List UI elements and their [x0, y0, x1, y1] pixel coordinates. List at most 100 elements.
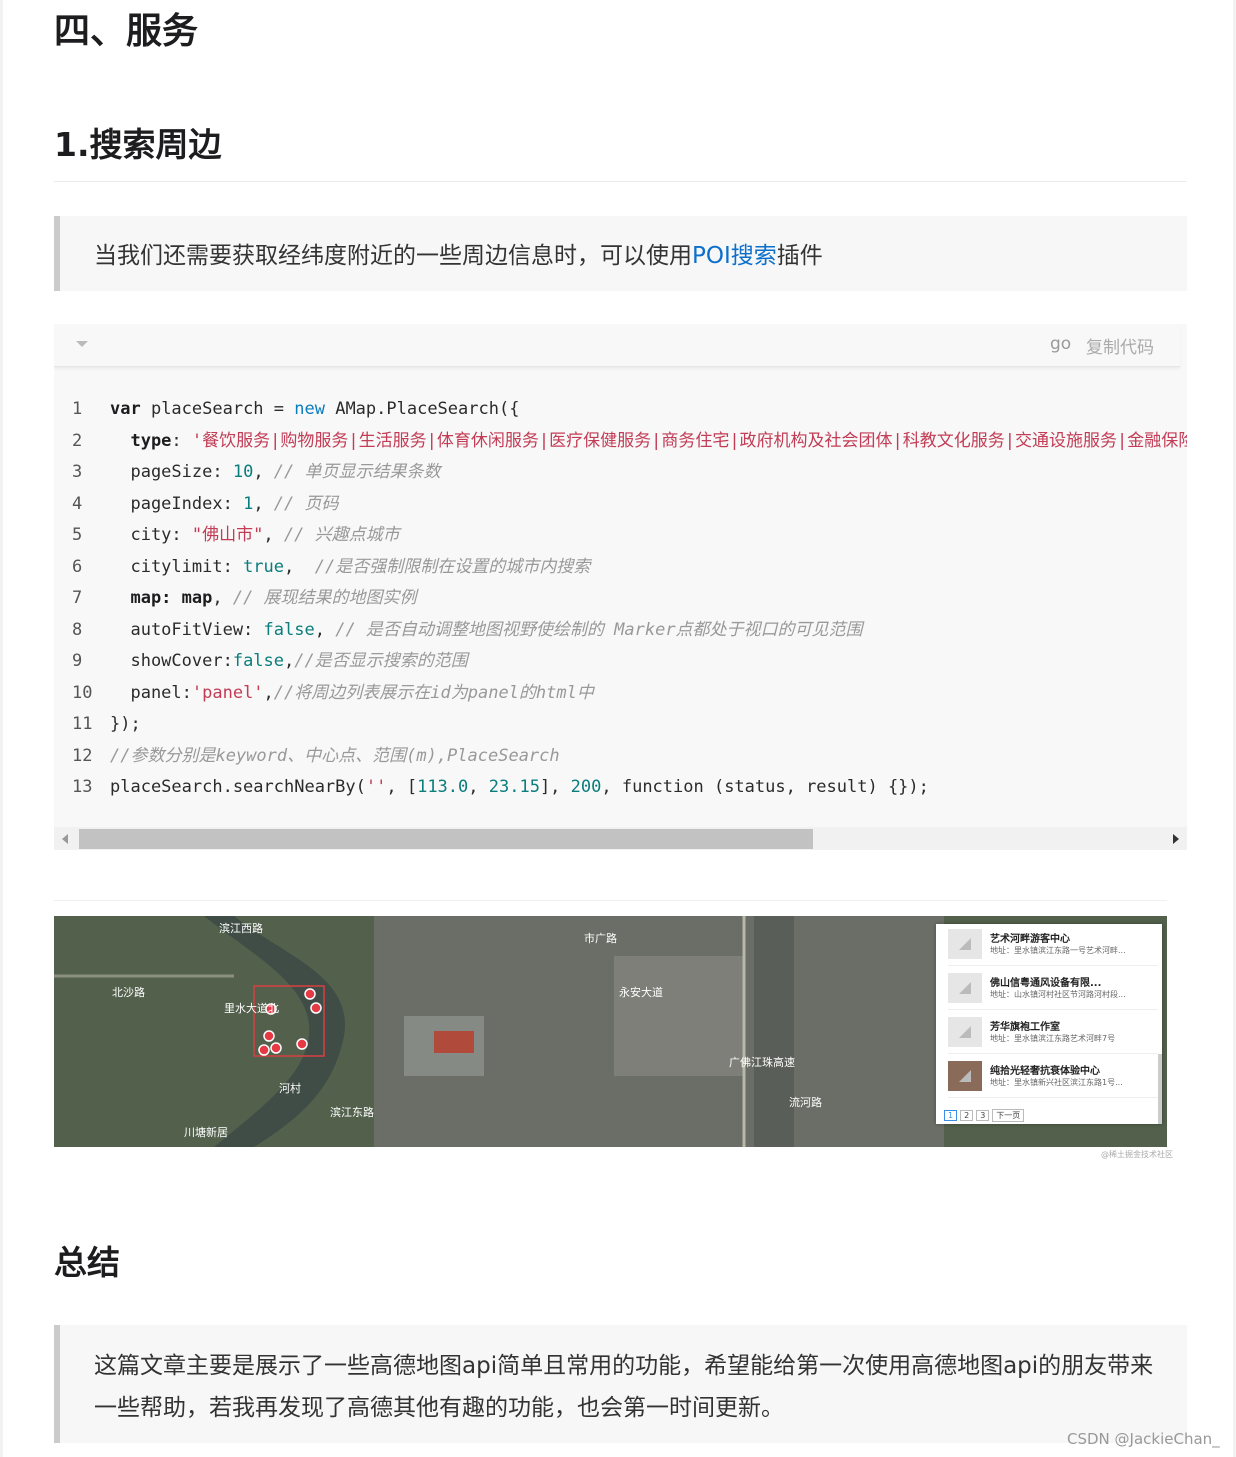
- code-token: placeSearch =: [140, 399, 295, 419]
- code-token: ,: [212, 588, 233, 608]
- code-toolbar: go 复制代码: [54, 324, 1180, 367]
- scroll-right-icon[interactable]: [1173, 834, 1179, 844]
- poi-address: 地址：里水镇滨江东路一号艺术河畔...: [990, 946, 1126, 955]
- code-token: // 单页显示结果条数: [273, 462, 441, 482]
- intro-quote: 当我们还需要获取经纬度附近的一些周边信息时，可以使用POI搜索插件: [54, 216, 1187, 291]
- scroll-left-icon[interactable]: [62, 834, 68, 844]
- code-token: //是否强制限制在设置的城市内搜索: [314, 556, 591, 577]
- scrollbar-thumb[interactable]: [79, 829, 813, 849]
- page-button[interactable]: 1: [944, 1110, 958, 1121]
- code-token: // 展现结果的地图实例: [232, 588, 417, 608]
- code-token: ,: [253, 493, 274, 514]
- code-token: false: [263, 619, 315, 640]
- code-token: ,: [263, 525, 284, 545]
- code-token: new: [294, 399, 325, 419]
- code-token: , [: [386, 777, 418, 797]
- map-label: 川塘新居: [184, 1125, 228, 1139]
- collapse-caret-icon[interactable]: [76, 341, 88, 347]
- code-token: 200: [570, 777, 602, 797]
- horizontal-scrollbar[interactable]: [54, 827, 1187, 850]
- poi-placeholder-icon: [948, 929, 982, 959]
- poi-list-item[interactable]: 芳华旗袍工作室 地址：里水镇滨江东路艺术河畔7号: [948, 1012, 1158, 1054]
- code-line: 8 autoFitView: false, // 是否自动调整地图视野使绘制的 …: [54, 615, 1187, 647]
- code-line: 1 var placeSearch = new AMap.PlaceSearch(…: [54, 394, 1187, 426]
- poi-list-item[interactable]: 佛山信粤通风设备有限... 地址：山水镇河村社区节河路河村段...: [948, 968, 1158, 1010]
- poi-title: 艺术河畔游客中心: [990, 934, 1070, 945]
- code-line: 3 pageSize: 10, // 单页显示结果条数: [54, 457, 1187, 489]
- code-token: //将周边列表展示在id为panel的html中: [273, 682, 594, 703]
- code-token: :: [171, 430, 192, 451]
- code-line: 9 showCover:false,//是否显示搜索的范围: [54, 646, 1187, 678]
- map-label: 流河路: [789, 1095, 822, 1109]
- line-number: 9: [72, 651, 83, 671]
- map-label: 里水大道北: [224, 1001, 279, 1015]
- code-token: 23.15: [488, 777, 540, 797]
- code-token: false: [232, 651, 285, 671]
- poi-search-link[interactable]: POI搜索: [692, 243, 777, 269]
- intro-text-before: 当我们还需要获取经纬度附近的一些周边信息时，可以使用: [94, 243, 692, 269]
- code-token: });: [110, 714, 141, 734]
- page-button[interactable]: 3: [976, 1110, 990, 1121]
- code-block: go 复制代码 1 var placeSearch = new AMap.Plac…: [54, 324, 1187, 850]
- code-token: showCover:: [110, 651, 233, 671]
- code-token: ,: [468, 777, 489, 797]
- poi-title: 纯拾光轻奢抗衰体验中心: [990, 1066, 1100, 1077]
- code-token: pageIndex:: [110, 493, 244, 514]
- code-token: // 兴趣点城市: [283, 525, 400, 545]
- section-title: 四、服务: [54, 11, 199, 52]
- code-line: 4 pageIndex: 1, // 页码: [54, 489, 1187, 521]
- code-token: ,: [253, 462, 274, 482]
- code-token: pageSize:: [110, 462, 233, 482]
- divider: [54, 900, 1167, 901]
- code-token: "佛山市": [191, 525, 264, 545]
- panel-scrollbar[interactable]: [1158, 1054, 1162, 1124]
- poi-list-item[interactable]: 艺术河畔游客中心 地址：里水镇滨江东路一号艺术河畔...: [948, 924, 1158, 966]
- code-lines: 1 var placeSearch = new AMap.PlaceSearch(…: [54, 394, 1187, 804]
- code-line: 2 type: '餐饮服务|购物服务|生活服务|体育休闲服务|医疗保健服务|商务…: [54, 426, 1187, 458]
- code-token: //参数分别是keyword、中心点、范围(m),PlaceSearch: [110, 745, 560, 766]
- code-token: ,: [284, 651, 295, 671]
- poi-placeholder-icon: [948, 973, 982, 1003]
- code-line: 11});: [54, 709, 1187, 741]
- code-token: citylimit:: [110, 556, 244, 577]
- code-token: panel:: [110, 682, 192, 703]
- csdn-watermark: CSDN @JackieChan_: [1067, 1430, 1220, 1448]
- line-number: 7: [72, 588, 83, 608]
- poi-placeholder-icon: [948, 1017, 982, 1047]
- code-token: AMap.PlaceSearch({: [324, 399, 520, 419]
- code-line: 13 placeSearch.searchNearBy('', [113.0, 2…: [54, 772, 1187, 804]
- code-token: //是否显示搜索的范围: [294, 651, 468, 671]
- poi-title: 芳华旗袍工作室: [990, 1022, 1060, 1033]
- map-label: 永安大道: [619, 985, 663, 999]
- poi-title: 佛山信粤通风设备有限...: [990, 978, 1102, 989]
- copy-code-button[interactable]: 复制代码: [1086, 333, 1154, 358]
- line-number: 11: [72, 714, 93, 734]
- code-line: 12 //参数分别是keyword、中心点、范围(m),PlaceSearch: [54, 741, 1187, 773]
- image-watermark: @稀土掘金技术社区: [1101, 1150, 1173, 1159]
- code-token: '': [365, 777, 387, 797]
- poi-address: 地址：里水镇滨江东路艺术河畔7号: [990, 1034, 1116, 1043]
- summary-title: 总结: [54, 1243, 120, 1282]
- page-button[interactable]: 2: [960, 1110, 974, 1121]
- code-token: 113.0: [417, 777, 469, 797]
- poi-list-item[interactable]: 纯拾光轻奢抗衰体验中心 地址：里水镇新兴社区滨江东路1号...: [948, 1056, 1158, 1098]
- code-token: // 页码: [273, 493, 339, 514]
- poi-photo-icon: [948, 1061, 982, 1091]
- article-page: 四、服务 1.搜索周边 当我们还需要获取经纬度附近的一些周边信息时，可以使用PO…: [0, 0, 1236, 1457]
- code-token: var: [110, 399, 141, 419]
- line-number: 5: [72, 525, 83, 545]
- code-token: true: [243, 556, 285, 577]
- line-number: 4: [72, 493, 83, 514]
- subsection-title: 1.搜索周边: [54, 125, 222, 164]
- poi-address: 地址：山水镇河村社区节河路河村段...: [990, 990, 1126, 999]
- code-token: ,: [263, 682, 274, 703]
- code-token: 1: [243, 493, 254, 514]
- code-token: , function (status, result) {});: [601, 777, 929, 797]
- code-line: 6 citylimit: true, //是否强制限制在设置的城市内搜索: [54, 552, 1187, 584]
- line-number: 10: [72, 682, 93, 703]
- line-number: 1: [72, 399, 83, 419]
- code-token: placeSearch.searchNearBy(: [110, 777, 366, 797]
- next-page-button[interactable]: 下一页: [992, 1109, 1025, 1122]
- poi-result-panel: 艺术河畔游客中心 地址：里水镇滨江东路一号艺术河畔... 佛山信粤通风设备有限.…: [936, 924, 1162, 1124]
- code-token: 10: [232, 462, 254, 482]
